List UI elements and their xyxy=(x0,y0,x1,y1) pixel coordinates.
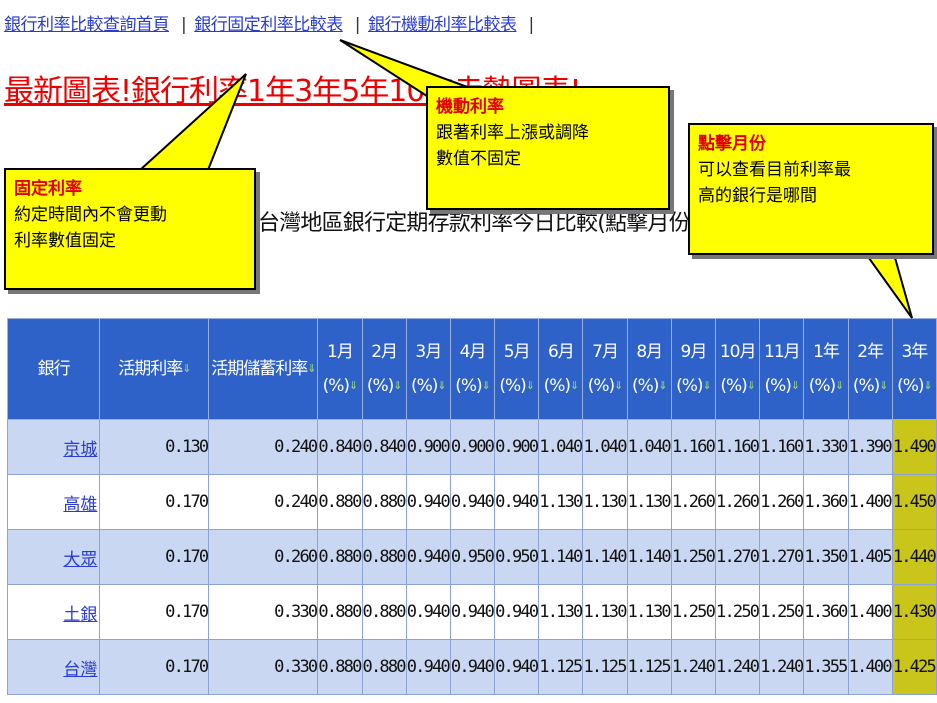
fixed-callout-pointer xyxy=(137,73,247,171)
fixed-rate-callout: 固定利率 約定時間內不會更動 利率數值固定 xyxy=(4,168,256,290)
click-month-callout: 點擊月份 可以查看目前利率最 高的銀行是哪間 xyxy=(688,123,934,255)
callout-line: 數值不固定 xyxy=(436,149,521,169)
callout-title: 機動利率 xyxy=(436,97,504,117)
callout-line: 利率數值固定 xyxy=(14,231,116,251)
callout-line: 高的銀行是哪間 xyxy=(698,186,817,206)
callout-title: 固定利率 xyxy=(14,179,82,199)
callout-title: 點擊月份 xyxy=(698,134,766,154)
callout-line: 跟著利率上漲或調降 xyxy=(436,123,589,143)
callout-line: 可以查看目前利率最 xyxy=(698,160,851,180)
floating-rate-callout: 機動利率 跟著利率上漲或調降 數值不固定 xyxy=(426,86,670,210)
callout-line: 約定時間內不會更動 xyxy=(14,205,167,225)
